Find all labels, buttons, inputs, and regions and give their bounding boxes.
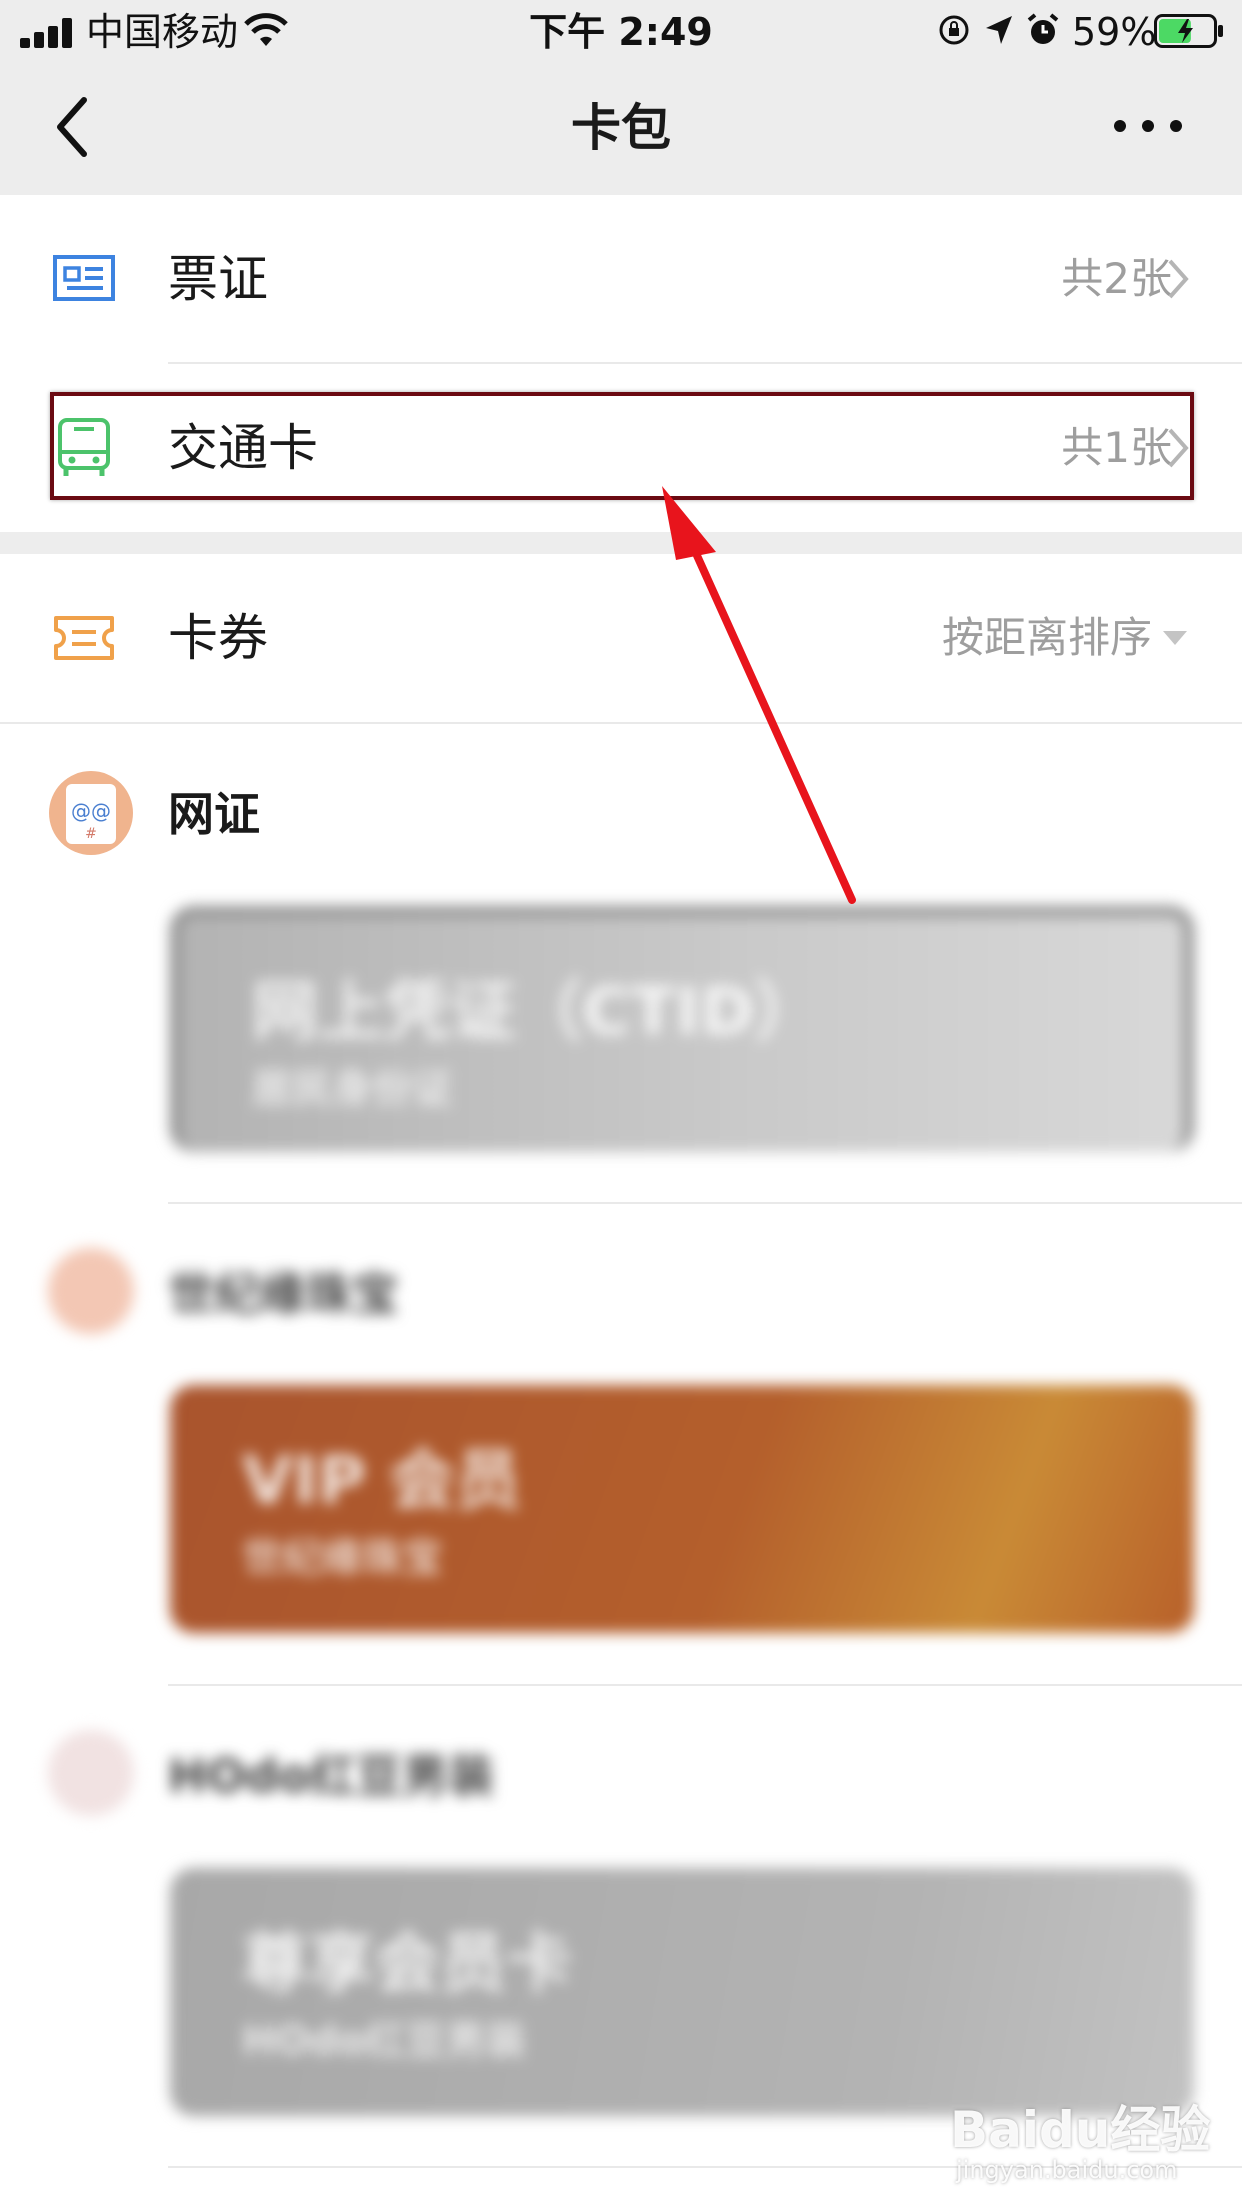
page-title: 卡包: [571, 99, 671, 157]
merchant-name: 网证: [168, 787, 260, 841]
watermark-brand: Baidu经验: [950, 2101, 1211, 2159]
wangzheng-logo: @@ #: [49, 771, 133, 855]
hodo-member-card[interactable]: 尊享会员卡 HOdo红豆男装: [170, 1868, 1194, 2116]
vip-member-card[interactable]: VIP 会员 世纪缘珠宝: [170, 1385, 1194, 1633]
ticket-id-icon: [53, 255, 115, 301]
battery-percent: 59%: [1072, 10, 1157, 54]
card-title: VIP 会员: [242, 1442, 521, 1519]
row-transit-card[interactable]: 交通卡 共1张: [0, 364, 1242, 532]
row-label: 票证: [168, 250, 268, 308]
card-title: 网上凭证（CTID）: [252, 973, 821, 1050]
divider: [168, 1202, 1242, 1204]
alarm-clock-icon: [1027, 13, 1059, 44]
location-arrow-icon: [986, 16, 1012, 44]
merchant-name: HOdo红豆男装: [168, 1749, 495, 1803]
row-label: 卡券: [168, 609, 268, 667]
chevron-right-icon: [1168, 259, 1189, 299]
row-count: 共2张: [1061, 254, 1172, 303]
caret-down-icon: [1163, 631, 1187, 645]
merchant-logo: [48, 1248, 134, 1334]
chevron-right-icon: [1168, 428, 1189, 468]
merchant-name: 世纪缘珠宝: [168, 1267, 398, 1321]
ctid-card[interactable]: 网上凭证（CTID） 居民身份证: [170, 906, 1194, 1152]
section-separator: [0, 532, 1242, 554]
card-subtitle: HOdo红豆男装: [242, 2018, 526, 2064]
more-options-button[interactable]: [1106, 108, 1190, 144]
merchant-logo: [48, 1730, 134, 1816]
watermark-url: jingyan.baidu.com: [956, 2156, 1178, 2184]
card-subtitle: 居民身份证: [252, 1066, 452, 1112]
battery-icon: [1154, 14, 1223, 48]
row-label: 交通卡: [168, 419, 318, 477]
row-count: 共1张: [1061, 423, 1172, 472]
card-title: 尊享会员卡: [242, 1925, 572, 2002]
rotation-lock-icon: [939, 15, 969, 45]
row-coupons[interactable]: 卡券 按距离排序: [0, 554, 1242, 722]
card-subtitle: 世纪缘珠宝: [242, 1535, 442, 1581]
watermark: Baidu经验 jingyan.baidu.com: [950, 2090, 1220, 2200]
svg-text:#: #: [85, 826, 97, 842]
divider: [0, 722, 1242, 724]
divider: [168, 1684, 1242, 1686]
bus-icon: [58, 418, 110, 476]
coupon-icon: [54, 616, 114, 660]
row-tickets[interactable]: 票证 共2张: [0, 195, 1242, 363]
svg-text:@@: @@: [71, 799, 111, 823]
sort-option[interactable]: 按距离排序: [942, 606, 1152, 670]
